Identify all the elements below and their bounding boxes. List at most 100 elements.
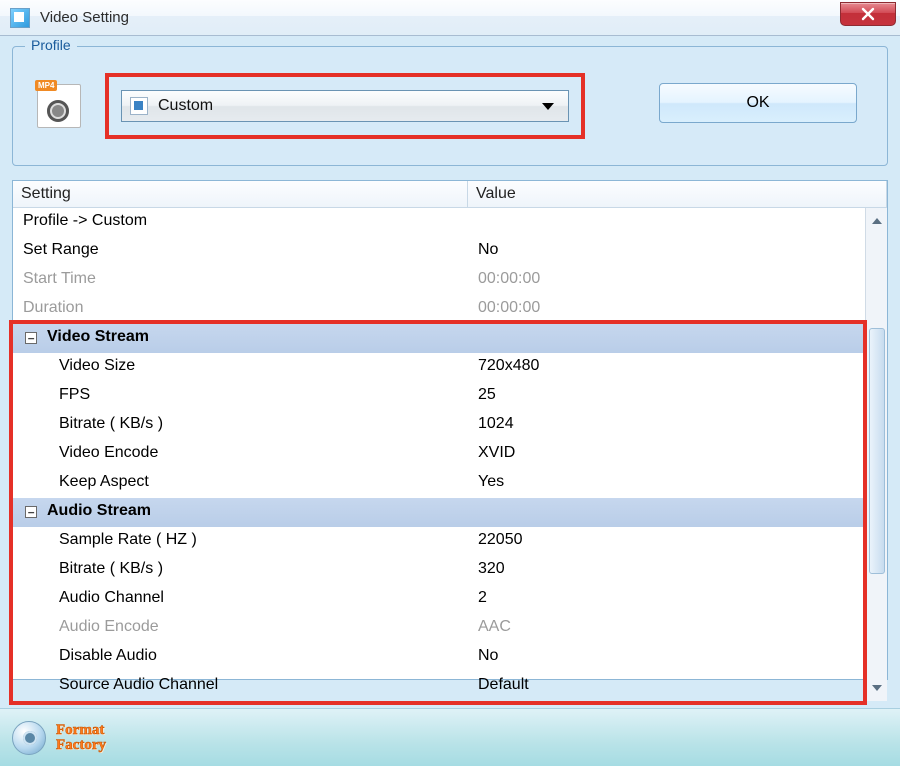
table-row[interactable]: Source Audio Channel Default — [13, 672, 865, 701]
setting-cell: Sample Rate ( HZ ) — [13, 527, 468, 556]
table-row[interactable]: Profile -> Custom — [13, 208, 865, 237]
setting-label: Disable Audio — [59, 647, 157, 664]
window-title: Video Setting — [40, 9, 129, 26]
table-row[interactable]: Audio Channel 2 — [13, 585, 865, 614]
setting-cell: FPS — [13, 382, 468, 411]
setting-label: Video Stream — [47, 328, 149, 345]
setting-cell: Set Range — [13, 237, 468, 266]
scroll-thumb[interactable] — [869, 328, 885, 574]
table-row[interactable]: Bitrate ( KB/s ) 1024 — [13, 411, 865, 440]
close-icon — [861, 7, 875, 21]
table-row[interactable]: FPS 25 — [13, 382, 865, 411]
setting-cell: Start Time — [13, 266, 468, 295]
ok-button[interactable]: OK — [659, 83, 857, 123]
table-header: Setting Value — [13, 181, 887, 208]
column-setting[interactable]: Setting — [13, 181, 468, 208]
table-row[interactable]: Video Encode XVID — [13, 440, 865, 469]
setting-cell: Profile -> Custom — [13, 208, 468, 237]
setting-label: FPS — [59, 386, 90, 403]
close-button[interactable] — [840, 2, 896, 26]
brand-line1: Format — [56, 723, 106, 738]
setting-cell: Keep Aspect — [13, 469, 468, 498]
scroll-down-button[interactable] — [868, 679, 886, 697]
scroll-up-button[interactable] — [868, 212, 886, 230]
collapse-toggle-icon[interactable]: − — [25, 332, 37, 344]
table-row[interactable]: Keep Aspect Yes — [13, 469, 865, 498]
table-row[interactable]: Set Range No — [13, 237, 865, 266]
setting-cell: −Video Stream — [13, 324, 468, 353]
setting-cell: Bitrate ( KB/s ) — [13, 556, 468, 585]
table-row[interactable]: Sample Rate ( HZ ) 22050 — [13, 527, 865, 556]
profile-legend: Profile — [25, 37, 77, 53]
value-cell — [468, 208, 865, 237]
setting-label: Audio Encode — [59, 618, 159, 635]
setting-label: Bitrate ( KB/s ) — [59, 560, 163, 577]
table-row[interactable]: Duration 00:00:00 — [13, 295, 865, 324]
setting-cell: Duration — [13, 295, 468, 324]
setting-cell: Source Audio Channel — [13, 672, 468, 701]
table-row[interactable]: Video Size 720x480 — [13, 353, 865, 382]
profile-dropdown[interactable]: Custom — [121, 90, 569, 122]
value-cell: 00:00:00 — [468, 295, 865, 324]
highlight-profile-dropdown: Custom — [105, 73, 585, 139]
table-row[interactable]: Bitrate ( KB/s ) 320 — [13, 556, 865, 585]
value-cell: Yes — [468, 469, 865, 498]
setting-cell: −Audio Stream — [13, 498, 468, 527]
value-cell: 1024 — [468, 411, 865, 440]
collapse-toggle-icon[interactable]: − — [25, 506, 37, 518]
profile-group: Profile MP4 Custom OK — [12, 46, 888, 166]
brand-text: Format Factory — [56, 723, 106, 753]
column-value[interactable]: Value — [468, 181, 887, 208]
ok-button-label: OK — [746, 94, 769, 112]
app-icon — [10, 8, 30, 28]
setting-cell: Audio Encode — [13, 614, 468, 643]
footer: Format Factory — [0, 708, 900, 766]
table-row[interactable]: Audio Encode AAC — [13, 614, 865, 643]
setting-cell: Disable Audio — [13, 643, 468, 672]
profile-icon — [130, 97, 148, 115]
value-cell: No — [468, 237, 865, 266]
profile-selected: Custom — [158, 97, 542, 115]
table-row[interactable]: −Audio Stream — [13, 498, 865, 527]
table-row[interactable]: Start Time00:00:00 — [13, 266, 865, 295]
table-rows: Profile -> CustomSet RangeNoStart Time00… — [13, 208, 865, 701]
value-cell — [468, 324, 865, 353]
value-cell: 00:00:00 — [468, 266, 865, 295]
table-row[interactable]: Disable Audio No — [13, 643, 865, 672]
setting-cell: Video Size — [13, 353, 468, 382]
brand-icon — [12, 721, 46, 755]
chevron-down-icon — [542, 103, 554, 110]
setting-label: Sample Rate ( HZ ) — [59, 531, 197, 548]
value-cell: AAC — [468, 614, 865, 643]
value-cell: No — [468, 643, 865, 672]
format-badge: MP4 — [35, 80, 57, 91]
value-cell: 2 — [468, 585, 865, 614]
setting-label: Video Encode — [59, 444, 158, 461]
title-bar: Video Setting — [0, 0, 900, 36]
setting-cell: Bitrate ( KB/s ) — [13, 411, 468, 440]
setting-label: Audio Stream — [47, 502, 151, 519]
settings-table: Setting Value Profile -> Custom Set Range… — [12, 180, 888, 680]
scrollbar[interactable] — [865, 208, 887, 701]
value-cell: 320 — [468, 556, 865, 585]
value-cell — [468, 498, 865, 527]
setting-label: Profile -> Custom — [23, 212, 147, 229]
table-row[interactable]: −Video Stream — [13, 324, 865, 353]
setting-cell: Audio Channel — [13, 585, 468, 614]
setting-label: Set Range — [23, 241, 99, 258]
value-cell: 720x480 — [468, 353, 865, 382]
format-icon: MP4 — [37, 84, 81, 128]
setting-label: Source Audio Channel — [59, 676, 218, 693]
setting-cell: Video Encode — [13, 440, 468, 469]
value-cell: Default — [468, 672, 865, 701]
setting-label: Video Size — [59, 357, 135, 374]
setting-label: Duration — [23, 299, 83, 316]
value-cell: 22050 — [468, 527, 865, 556]
value-cell: 25 — [468, 382, 865, 411]
value-cell: XVID — [468, 440, 865, 469]
setting-label: Audio Channel — [59, 589, 164, 606]
setting-label: Bitrate ( KB/s ) — [59, 415, 163, 432]
brand-line2: Factory — [56, 738, 106, 753]
setting-label: Keep Aspect — [59, 473, 149, 490]
window-body: Profile MP4 Custom OK Setting Value Prof… — [0, 36, 900, 766]
